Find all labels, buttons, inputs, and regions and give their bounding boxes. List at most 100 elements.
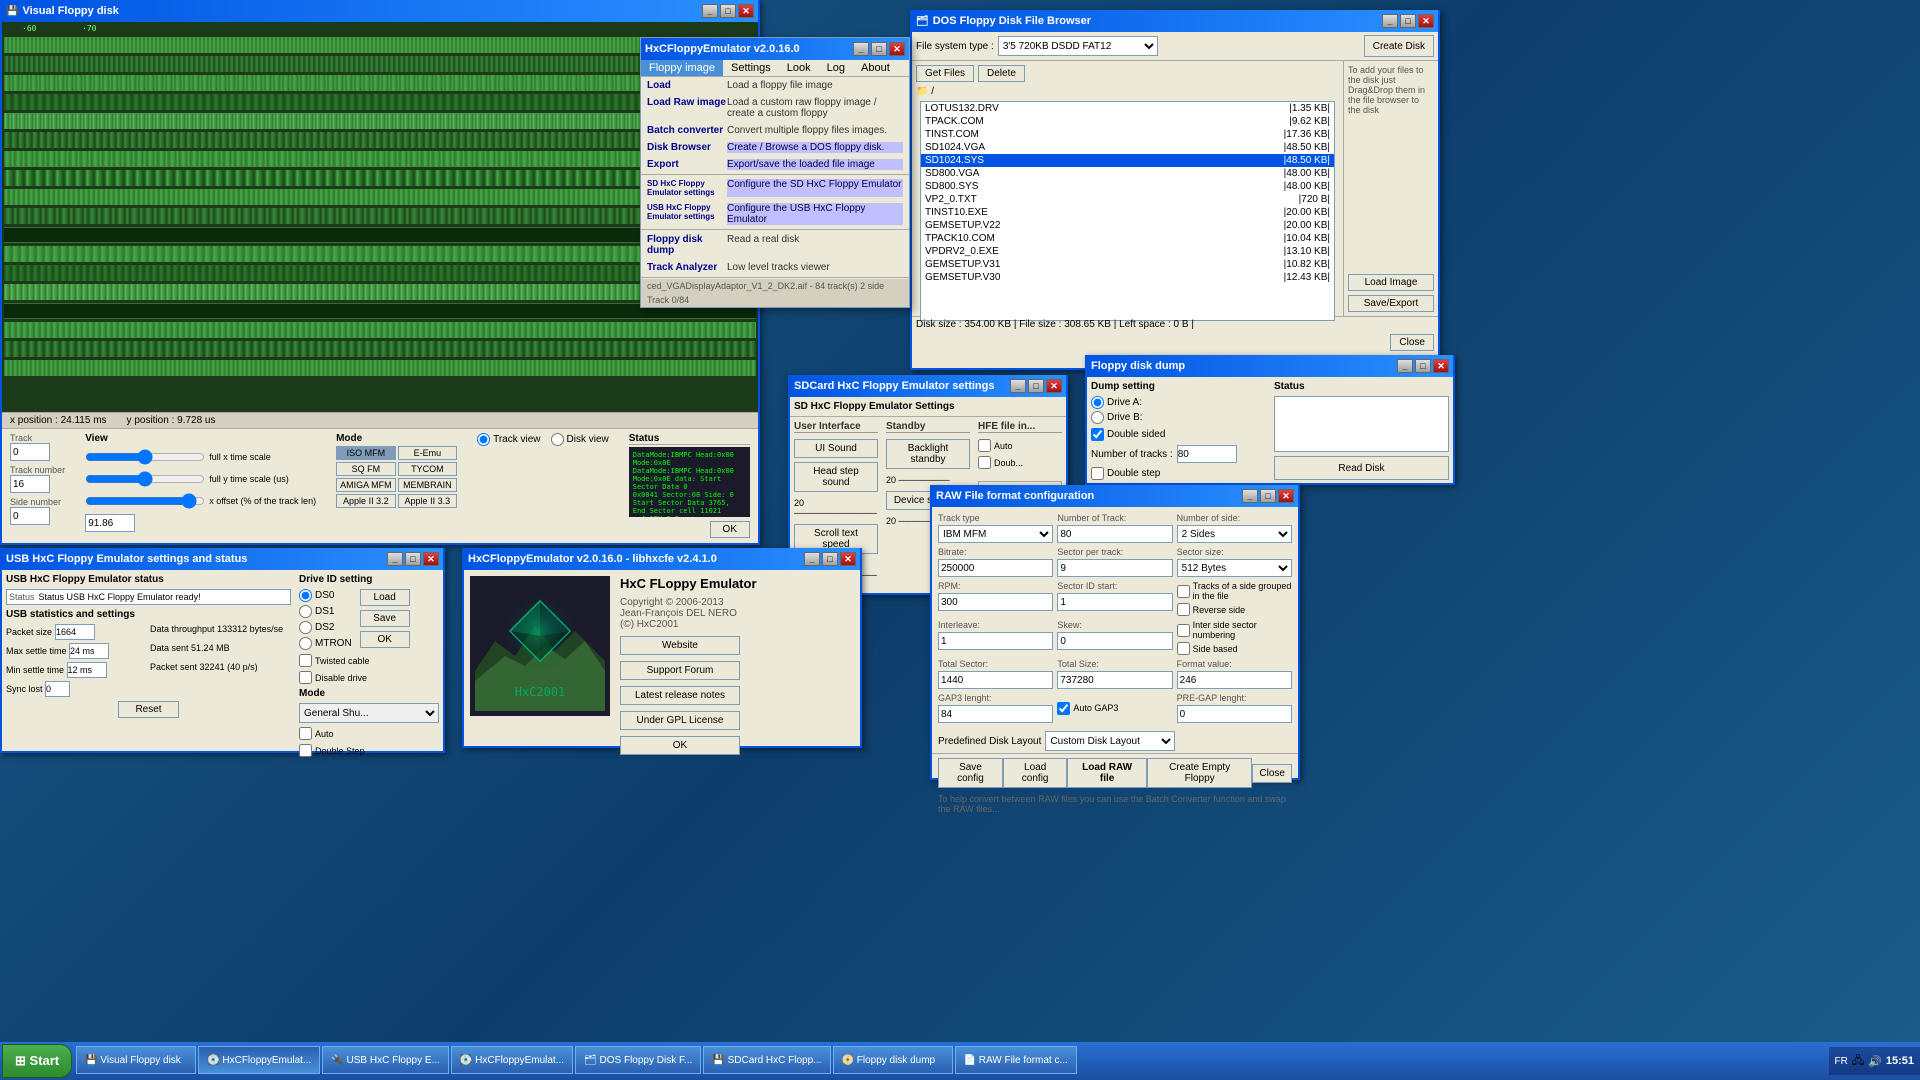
hxc-usb-settings-item[interactable]: USB HxC Floppy Emulator settings Configu… (641, 200, 909, 228)
ds0-radio[interactable] (299, 589, 312, 602)
menu-log[interactable]: Log (819, 60, 853, 76)
double-sided-check[interactable] (1091, 428, 1104, 441)
backlight-standby-btn[interactable]: Backlight standby (886, 439, 970, 469)
dump-close[interactable]: ✕ (1433, 359, 1449, 373)
side-based-option[interactable]: Side based (1177, 642, 1292, 655)
raw-minimize[interactable]: _ (1242, 489, 1258, 503)
usb-close[interactable]: ✕ (423, 552, 439, 566)
sector-per-track-input[interactable] (1057, 559, 1172, 577)
num-side-select[interactable]: 2 Sides (1177, 525, 1292, 543)
interleave-input[interactable] (938, 632, 1053, 650)
twisted-cable-option[interactable]: Twisted cable (299, 654, 439, 667)
inter-sector-option[interactable]: Inter side sector numbering (1177, 620, 1292, 640)
sq-fm-btn[interactable]: SQ FM (336, 462, 396, 476)
forum-btn[interactable]: Support Forum (620, 661, 740, 680)
auto-gap3-option[interactable]: Auto GAP3 (1057, 702, 1118, 715)
file-vpdrv20[interactable]: VPDRV2_0.EXE |13.10 KB| (921, 245, 1334, 258)
auto-option[interactable]: Auto (299, 727, 439, 740)
menu-about[interactable]: About (853, 60, 898, 76)
drive-a-option[interactable]: Drive A: (1091, 396, 1266, 409)
ds1-option[interactable]: DS1 (299, 605, 352, 618)
taskbar-item-1[interactable]: 💽 HxCFloppyEmulat... (198, 1046, 320, 1074)
disk-view-option[interactable]: Disk view (551, 433, 609, 446)
skew-input[interactable] (1057, 632, 1172, 650)
side-input[interactable] (10, 507, 50, 525)
max-settle-input[interactable] (69, 643, 109, 659)
fs-type-select[interactable]: 3'5 720KB DSDD FAT12 (998, 36, 1158, 56)
gap3-input[interactable] (938, 705, 1053, 723)
hxc-load-item[interactable]: Load Load a floppy file image (641, 77, 909, 94)
taskbar-item-6[interactable]: 📀 Floppy disk dump (833, 1046, 953, 1074)
ui-sound-btn[interactable]: UI Sound (794, 439, 878, 458)
usb-reset-btn[interactable]: Reset (118, 701, 178, 718)
website-btn[interactable]: Website (620, 636, 740, 655)
ds1-radio[interactable] (299, 605, 312, 618)
file-sd800sys[interactable]: SD800.SYS |48.00 KB| (921, 180, 1334, 193)
y-scale-slider[interactable] (85, 470, 205, 488)
sync-lost-input[interactable] (45, 681, 70, 697)
file-tpack10[interactable]: TPACK10.COM |10.04 KB| (921, 232, 1334, 245)
drive-b-option[interactable]: Drive B: (1091, 411, 1266, 424)
file-sd1024sys[interactable]: SD1024.SYS |48.50 KB| (921, 154, 1334, 167)
double-step-option[interactable]: Double Step (299, 744, 439, 757)
about-maximize[interactable]: □ (822, 552, 838, 566)
taskbar-item-2[interactable]: 🔌 USB HxC Floppy E... (322, 1046, 449, 1074)
raw-close[interactable]: ✕ (1278, 489, 1294, 503)
sdcard-maximize[interactable]: □ (1028, 379, 1044, 393)
menu-look[interactable]: Look (779, 60, 819, 76)
iso-mfm-btn[interactable]: ISO MFM (336, 446, 396, 460)
auto-check[interactable] (299, 727, 312, 740)
apple-33-btn[interactable]: Apple II 3.3 (398, 494, 458, 508)
total-size-input[interactable] (1057, 671, 1172, 689)
reverse-side-option[interactable]: Reverse side (1177, 603, 1292, 616)
dos-maximize[interactable]: □ (1400, 14, 1416, 28)
file-gemsetup31[interactable]: GEMSETUP.V31 |10.82 KB| (921, 258, 1334, 271)
ds0-option[interactable]: DS0 (299, 589, 352, 602)
apple-32-btn[interactable]: Apple II 3.2 (336, 494, 396, 508)
track-number-input[interactable] (10, 475, 50, 493)
e-emu-btn[interactable]: E-Emu (398, 446, 458, 460)
dos-minimize[interactable]: _ (1382, 14, 1398, 28)
ds2-option[interactable]: DS2 (299, 621, 352, 634)
dump-minimize[interactable]: _ (1397, 359, 1413, 373)
double-check[interactable] (978, 456, 991, 469)
tracks-input[interactable] (1177, 445, 1237, 463)
packet-size-input[interactable] (55, 624, 95, 640)
about-minimize[interactable]: _ (804, 552, 820, 566)
num-tracks-input[interactable] (1057, 525, 1172, 543)
taskbar-item-5[interactable]: 💾 SDCard HxC Flopp... (703, 1046, 830, 1074)
sdcard-close[interactable]: ✕ (1046, 379, 1062, 393)
membrain-btn[interactable]: MEMBRAIN (398, 478, 458, 492)
taskbar-item-3[interactable]: 💽 HxCFloppyEmulat... (451, 1046, 573, 1074)
file-lotus[interactable]: LOTUS132.DRV |1.35 KB| (921, 102, 1334, 115)
x-offset-input[interactable] (85, 514, 135, 532)
taskbar-item-0[interactable]: 💾 Visual Floppy disk (76, 1046, 196, 1074)
double-step-check[interactable] (299, 744, 312, 757)
mode-select[interactable]: General Shu... (299, 703, 439, 723)
file-gemsetup22[interactable]: GEMSETUP.V22 |20.00 KB| (921, 219, 1334, 232)
release-notes-btn[interactable]: Latest release notes (620, 686, 740, 705)
total-sector-input[interactable] (938, 671, 1053, 689)
track-view-option[interactable]: Track view (477, 433, 540, 446)
disable-drive-option[interactable]: Disable drive (299, 671, 439, 684)
file-tinst10[interactable]: TINST10.EXE |20.00 KB| (921, 206, 1334, 219)
hxc-sd-settings-item[interactable]: SD HxC Floppy Emulator settings Configur… (641, 176, 909, 200)
side-grouped-option[interactable]: Tracks of a side grouped in the file (1177, 581, 1292, 601)
raw-maximize[interactable]: □ (1260, 489, 1276, 503)
double-step-check[interactable] (1091, 467, 1104, 480)
double-step-option[interactable]: Double step (1091, 467, 1266, 480)
head-step-btn[interactable]: Head step sound (794, 462, 878, 492)
usb-maximize[interactable]: □ (405, 552, 421, 566)
reverse-side-check[interactable] (1177, 603, 1190, 616)
delete-btn[interactable]: Delete (978, 65, 1025, 82)
sdcard-minimize[interactable]: _ (1010, 379, 1026, 393)
menu-settings[interactable]: Settings (723, 60, 779, 76)
usb-ok-btn[interactable]: OK (360, 631, 410, 648)
file-gemsetup30[interactable]: GEMSETUP.V30 |12.43 KB| (921, 271, 1334, 284)
hxc-export-item[interactable]: Export Export/save the loaded file image (641, 156, 909, 173)
hxc-close[interactable]: ✕ (889, 42, 905, 56)
disable-drive-check[interactable] (299, 671, 312, 684)
create-disk-btn[interactable]: Create Disk (1364, 35, 1434, 57)
load-config-btn[interactable]: Load config (1003, 758, 1067, 788)
side-grouped-check[interactable] (1177, 585, 1190, 598)
